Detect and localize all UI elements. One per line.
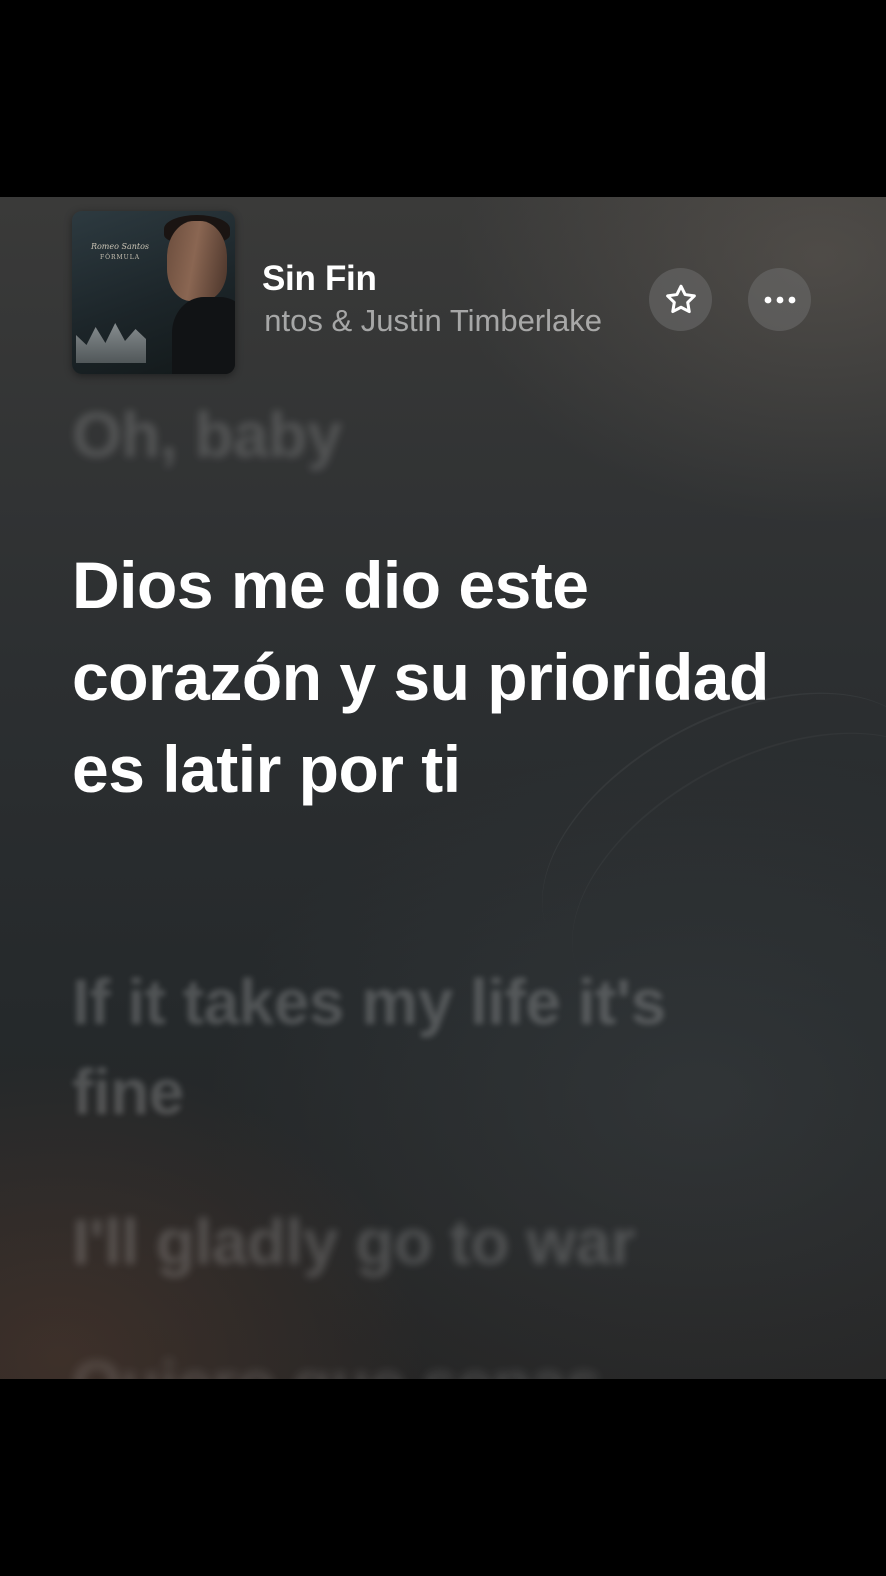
album-art-text: Romeo Santos FÓRMULA	[90, 242, 150, 261]
lyric-line-next[interactable]: If it takes my life it's fine	[72, 957, 672, 1137]
album-artwork[interactable]: Romeo Santos FÓRMULA	[72, 211, 235, 374]
album-art-figure	[172, 297, 235, 374]
artist-marquee[interactable]: ntos & Justin Timberlake	[235, 301, 620, 345]
song-title[interactable]: Sin Fin	[262, 259, 377, 299]
lyric-line-previous[interactable]: Oh, baby	[72, 390, 822, 480]
artist-name: ntos & Justin Timberlake	[264, 303, 602, 338]
lyric-line-next[interactable]: Quiero que sepas	[72, 1339, 822, 1379]
lyrics-screen: Romeo Santos FÓRMULA Sin Fin ntos & Just…	[0, 197, 886, 1379]
ellipsis-icon	[764, 296, 795, 303]
star-outline-icon	[665, 284, 696, 313]
crown-icon	[76, 323, 146, 363]
favorite-button[interactable]	[649, 268, 712, 331]
album-art-figure	[167, 221, 227, 301]
lyric-line-next[interactable]: I'll gladly go to war	[72, 1197, 822, 1287]
lyric-line-current[interactable]: Dios me dio este corazón y su prioridad …	[72, 539, 822, 815]
more-options-button[interactable]	[748, 268, 811, 331]
